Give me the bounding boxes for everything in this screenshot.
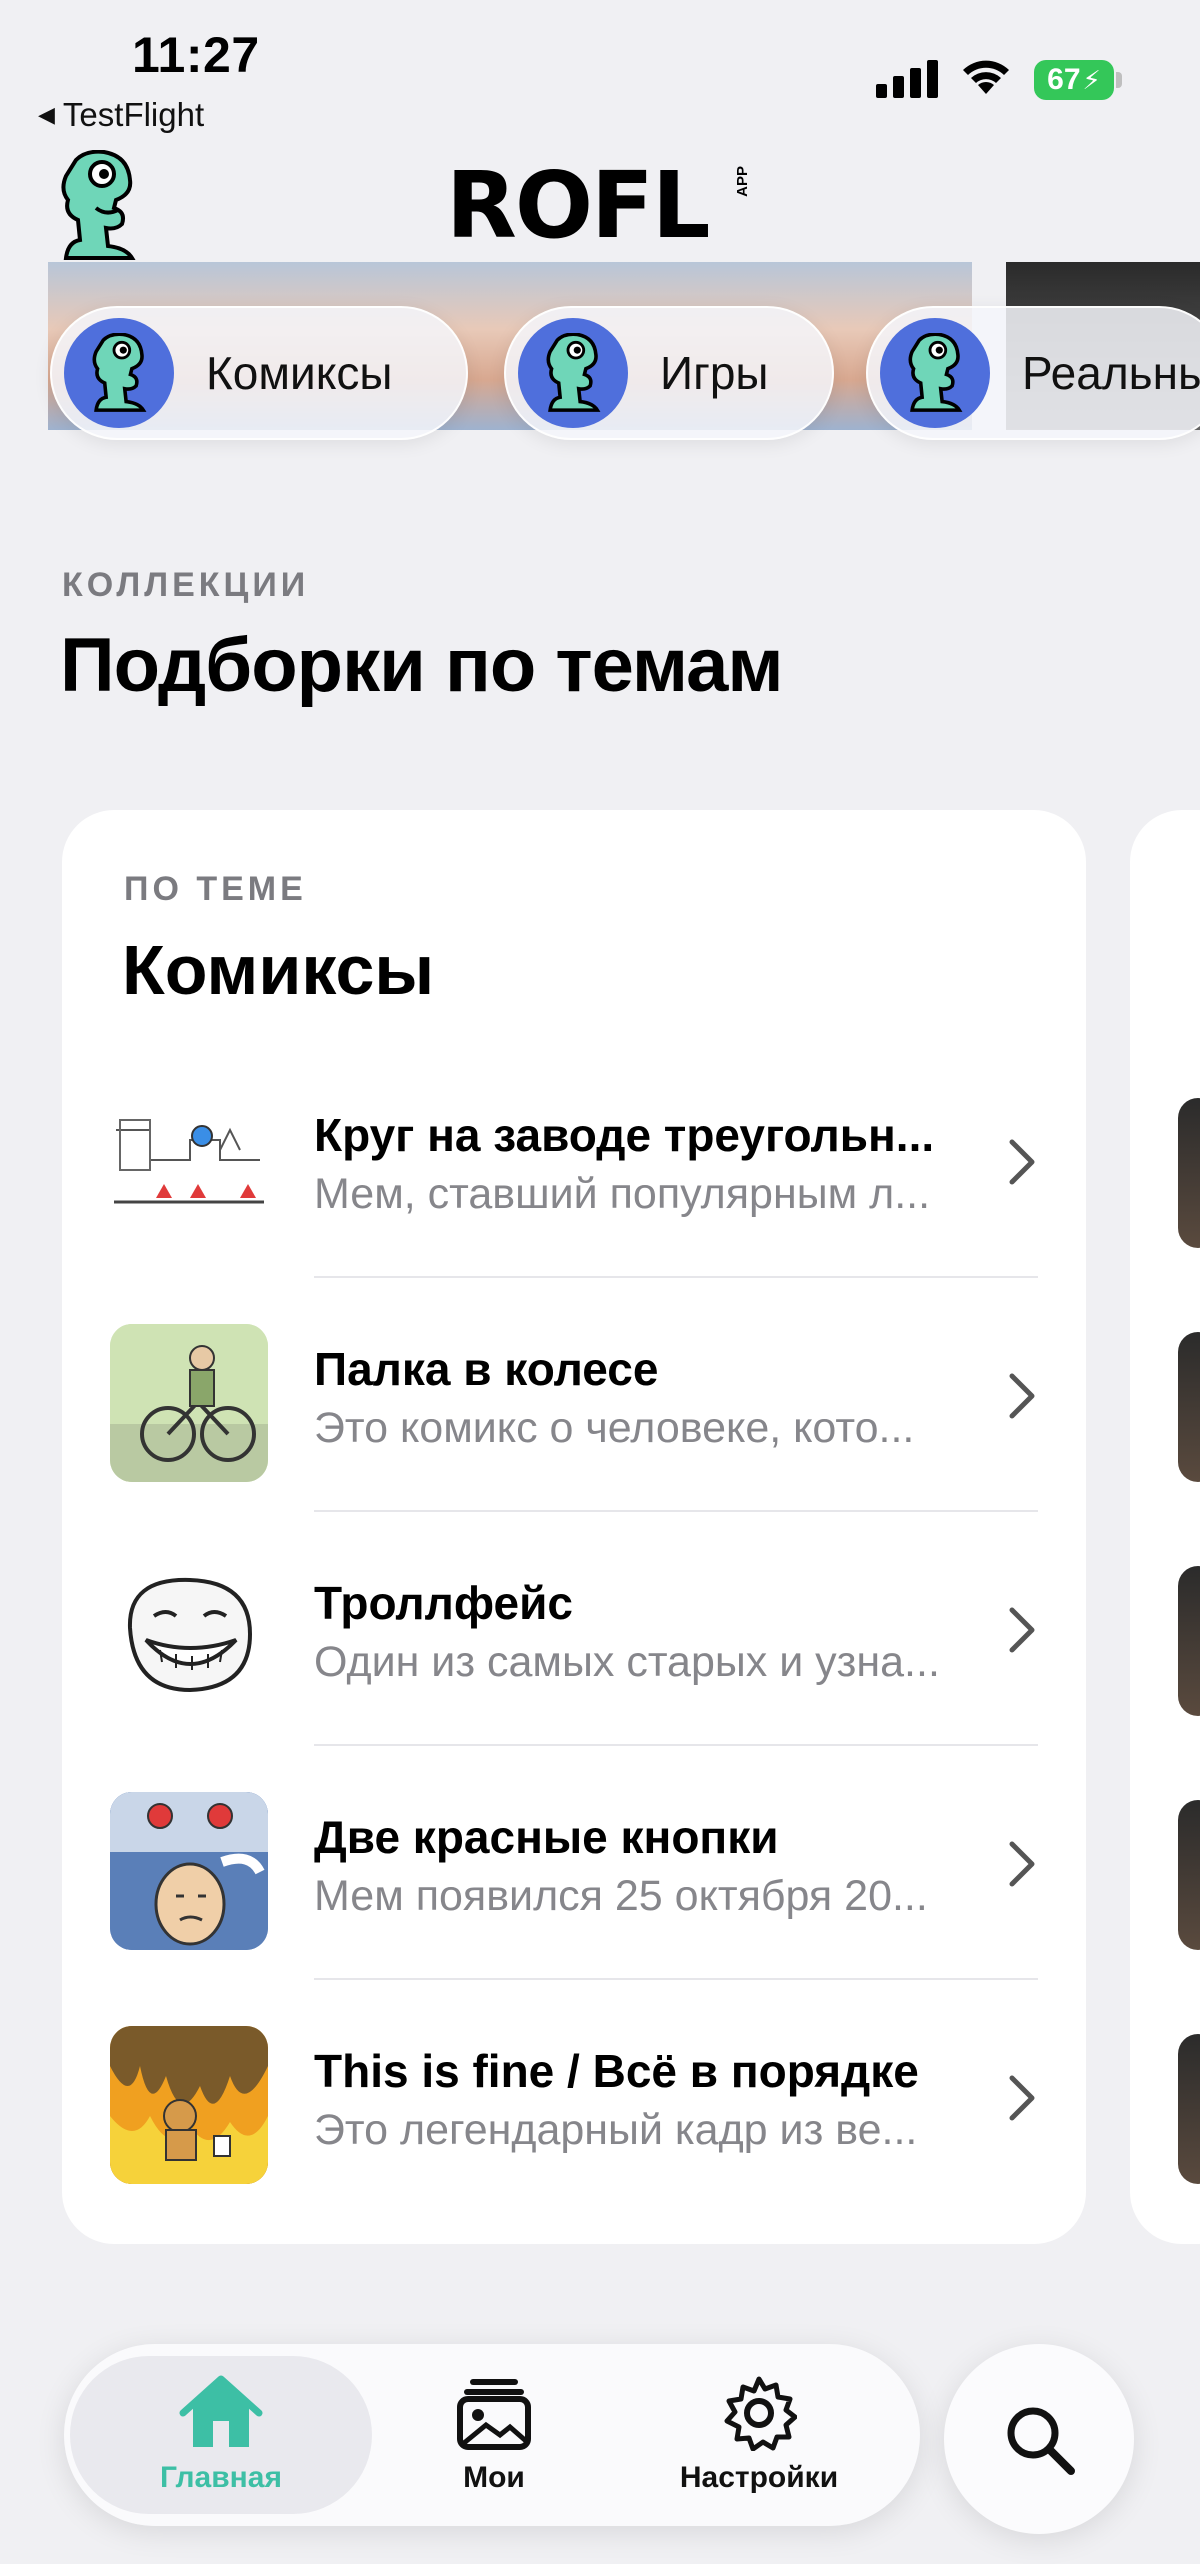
battery-level: 67 [1047, 63, 1081, 96]
item-title: Палка в колесе [314, 1343, 659, 1395]
gear-icon [724, 2376, 797, 2451]
cellular-signal-icon [876, 60, 938, 98]
tab-label: Мои [463, 2461, 525, 2494]
app-brand-suffix: APP [734, 166, 751, 197]
item-subtitle: Это легендарный кадр из ве... [314, 2106, 918, 2154]
meme-thumbnail [110, 2026, 268, 2184]
battery-indicator: 67 ⚡ [1034, 60, 1114, 100]
item-subtitle: Мем появился 25 октября 20... [314, 1872, 928, 1920]
chevron-right-icon [1009, 2075, 1035, 2121]
tab-home[interactable]: Главная [70, 2344, 372, 2526]
tab-label: Главная [159, 2461, 282, 2494]
tab-mine[interactable]: Мои [404, 2344, 584, 2526]
dino-mascot-icon [518, 318, 628, 428]
collection-card-comics: ПО ТЕМЕ Комиксы Круг на заводе треугольн… [62, 810, 1086, 2244]
dino-mascot-icon [880, 318, 990, 428]
back-triangle-icon: ◀ [38, 102, 55, 127]
chevron-right-icon [1009, 1841, 1035, 1887]
app-header: ROFL APP [0, 140, 1200, 270]
battery-cap [1116, 72, 1122, 88]
chip-label: Реальны [1022, 347, 1200, 399]
chip-real[interactable]: Реальны [866, 306, 1200, 440]
item-title: Круг на заводе треугольн... [314, 1109, 935, 1161]
meme-thumbnail [110, 1324, 268, 1482]
chevron-right-icon [1009, 1139, 1035, 1185]
search-icon [1007, 2407, 1075, 2475]
item-subtitle: Мем, ставший популярным л... [314, 1170, 931, 1218]
dino-mascot-icon[interactable] [56, 150, 140, 262]
peek-thumbnail [1178, 1332, 1200, 1482]
peek-thumbnail [1178, 1098, 1200, 1248]
dino-mascot-icon [64, 318, 174, 428]
chip-games[interactable]: Игры [504, 306, 834, 440]
card-title: Комиксы [122, 931, 435, 1009]
wifi-icon [963, 60, 1009, 94]
app-brand-logo: ROFL [446, 152, 711, 259]
tab-label: Настройки [679, 2461, 839, 2494]
meme-thumbnail [110, 1558, 268, 1716]
meme-thumbnail [110, 1792, 268, 1950]
tab-bar: Главная Мои Настройки [64, 2344, 920, 2526]
peek-thumbnail [1178, 1800, 1200, 1950]
list-item[interactable]: Круг на заводе треугольн... Мем, ставший… [62, 1044, 1086, 1278]
tab-settings[interactable]: Настройки [634, 2344, 884, 2526]
status-time: 11:27 [132, 27, 260, 83]
back-app-label: TestFlight [62, 96, 205, 133]
item-subtitle: Один из самых старых и узна... [314, 1638, 940, 1686]
search-button[interactable] [944, 2344, 1134, 2534]
meme-thumbnail [110, 1090, 268, 1248]
charging-bolt-icon: ⚡ [1082, 64, 1101, 95]
peek-thumbnail [1178, 1566, 1200, 1716]
card-kicker: ПО ТЕМЕ [124, 870, 307, 908]
item-subtitle: Это комикс о человеке, кото... [314, 1404, 915, 1452]
section-title: Подборки по темам [60, 623, 784, 708]
chip-label: Игры [660, 347, 769, 399]
status-bar: 11:27 ◀ TestFlight 67 ⚡ [0, 0, 1200, 140]
next-collection-card[interactable] [1130, 810, 1200, 2244]
item-title: Троллфейс [314, 1577, 573, 1629]
gallery-icon [457, 2379, 531, 2450]
list-item[interactable]: Палка в колесе Это комикс о человеке, ко… [62, 1278, 1086, 1512]
section-kicker: КОЛЛЕКЦИИ [62, 566, 310, 604]
category-chips: Комиксы Игры Реальны [0, 306, 1200, 442]
list-item[interactable]: This is fine / Всё в порядке Это легенда… [62, 1980, 1086, 2214]
chevron-right-icon [1009, 1373, 1035, 1419]
item-title: Две красные кнопки [314, 1811, 779, 1863]
chip-label: Комиксы [206, 347, 393, 399]
chevron-right-icon [1009, 1607, 1035, 1653]
item-title: This is fine / Всё в порядке [314, 2045, 919, 2097]
peek-thumbnail [1178, 2034, 1200, 2184]
back-to-app-link[interactable]: ◀ TestFlight [38, 96, 204, 134]
home-icon [179, 2375, 263, 2447]
list-item[interactable]: Троллфейс Один из самых старых и узна... [62, 1512, 1086, 1746]
list-item[interactable]: Две красные кнопки Мем появился 25 октяб… [62, 1746, 1086, 1980]
chip-comics[interactable]: Комиксы [50, 306, 468, 440]
